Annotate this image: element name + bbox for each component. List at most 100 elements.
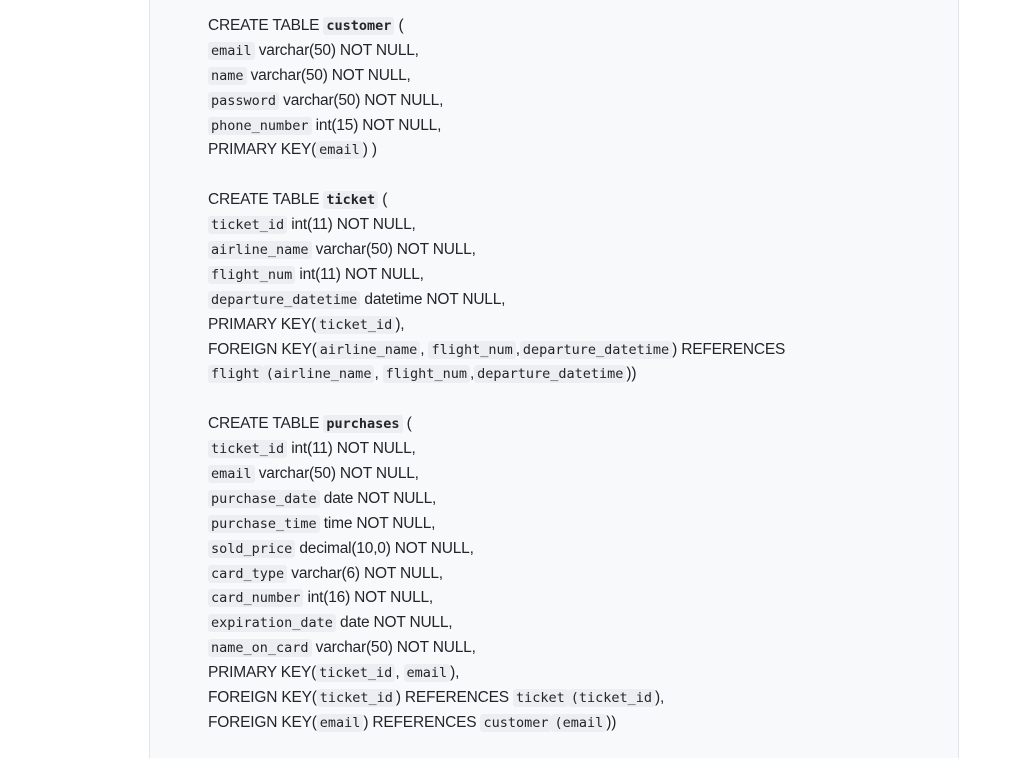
sql-line: expiration_date date NOT NULL, [208, 611, 785, 636]
inline-code: name [208, 66, 247, 85]
inline-code: ticket_id [208, 440, 288, 459]
sql-text: CREATE TABLE [208, 17, 324, 34]
sql-line: card_type varchar(6) NOT NULL, [208, 562, 785, 587]
inline-code: password [208, 91, 280, 110]
inline-code: departure_datetime [519, 340, 673, 359]
sql-text: int(11) NOT NULL, [287, 440, 416, 458]
inline-code: email [208, 465, 255, 484]
inline-code: airline_name [208, 241, 312, 260]
sql-text: ) REFERENCES [672, 340, 786, 358]
sql-line: CREATE TABLE ticket ( [208, 188, 785, 213]
inline-code: email [316, 713, 364, 732]
inline-code: departure_datetime [208, 290, 361, 309]
sql-text: ) REFERENCES [363, 713, 481, 731]
create-table-purchases: CREATE TABLE purchases (ticket_id int(11… [208, 412, 785, 736]
sql-text: time NOT NULL, [319, 514, 436, 532]
sql-text: datetime NOT NULL, [360, 290, 506, 308]
sql-line: sold_price decimal(10,0) NOT NULL, [208, 537, 785, 562]
sql-text: PRIMARY KEY( [208, 664, 317, 682]
sql-line: password varchar(50) NOT NULL, [208, 89, 785, 114]
sql-text: decimal(10,0) NOT NULL, [295, 539, 474, 557]
inline-code: ticket_id [208, 216, 288, 235]
inline-code: sold_price [208, 539, 296, 558]
inline-code: customer [480, 713, 552, 732]
sql-line: FOREIGN KEY(airline_name, flight_num, dep… [208, 338, 785, 363]
sql-text: ) ) [362, 141, 377, 159]
sql-text: ( [394, 17, 404, 34]
inline-code: email [403, 664, 451, 683]
sql-text: FOREIGN KEY( [208, 340, 317, 358]
sql-text: date NOT NULL, [335, 614, 453, 632]
inline-code: card_number [208, 589, 304, 608]
sql-line: PRIMARY KEY(ticket_id, email), [208, 661, 785, 686]
sql-schema-content: CREATE TABLE customer (email varchar(50)… [208, 14, 785, 736]
sql-text: varchar(50) NOT NULL, [279, 91, 444, 109]
inline-code: phone_number [208, 116, 312, 135]
sql-line: email varchar(50) NOT NULL, [208, 39, 785, 64]
sql-text: int(15) NOT NULL, [311, 116, 442, 134]
sql-text: int(16) NOT NULL, [303, 589, 434, 607]
sql-line: flight (airline_name, flight_num, departur… [208, 362, 785, 387]
inline-code: ticket [512, 689, 568, 708]
inline-code: flight [208, 365, 263, 384]
sql-line: airline_name varchar(50) NOT NULL, [208, 238, 785, 263]
sql-text: ), [395, 315, 405, 333]
inline-code: ticket_id [316, 664, 396, 683]
sql-line: PRIMARY KEY(email) ) [208, 138, 785, 163]
sql-text: PRIMARY KEY( [208, 141, 317, 159]
sql-text: ( [402, 415, 412, 433]
sql-line: ticket_id int(11) NOT NULL, [208, 213, 785, 238]
sql-text: FOREIGN KEY( [208, 713, 317, 731]
sql-line: departure_datetime datetime NOT NULL, [208, 288, 785, 313]
table-name-code: customer [323, 17, 395, 35]
table-name-code: ticket [323, 191, 379, 210]
inline-code: flight_num [428, 340, 516, 359]
sql-line: phone_number int(15) NOT NULL, [208, 114, 785, 139]
sql-text: PRIMARY KEY( [208, 315, 317, 333]
inline-code: departure_datetime [474, 365, 627, 384]
sql-line: FOREIGN KEY(ticket_id) REFERENCES ticket… [208, 686, 785, 711]
inline-code: flight_num [382, 365, 470, 384]
sql-line: FOREIGN KEY(email) REFERENCES customer (e… [208, 711, 785, 736]
sql-text: )) [606, 713, 617, 731]
sql-text: varchar(50) NOT NULL, [254, 41, 419, 59]
sql-line: ticket_id int(11) NOT NULL, [208, 437, 785, 462]
sql-text: int(11) NOT NULL, [295, 265, 424, 283]
inline-code: email [208, 41, 255, 60]
inline-code: expiration_date [208, 614, 336, 633]
sql-text: , [395, 664, 404, 682]
sql-text: CREATE TABLE [208, 415, 324, 433]
inline-code: airline_name [316, 340, 421, 359]
inline-code: ticket_id [316, 689, 396, 708]
sql-line: purchase_date date NOT NULL, [208, 487, 785, 512]
inline-code: (email [551, 713, 607, 732]
create-table-customer: CREATE TABLE customer (email varchar(50)… [208, 14, 785, 163]
sql-line: CREATE TABLE customer ( [208, 14, 785, 39]
create-table-ticket: CREATE TABLE ticket (ticket_id int(11) N… [208, 188, 785, 387]
sql-text: varchar(50) NOT NULL, [254, 465, 419, 483]
sql-text: date NOT NULL, [319, 489, 437, 507]
inline-code: (ticket_id [567, 689, 656, 708]
sql-text: ), [655, 689, 665, 707]
inline-code: flight_num [208, 265, 296, 284]
inline-code: purchase_time [208, 514, 320, 533]
sql-text: ( [378, 191, 388, 209]
inline-code: card_type [208, 564, 288, 583]
sql-text: varchar(50) NOT NULL, [311, 639, 476, 657]
sql-text: ) REFERENCES [395, 689, 513, 707]
sql-line: flight_num int(11) NOT NULL, [208, 263, 785, 288]
sql-line: card_number int(16) NOT NULL, [208, 586, 785, 611]
sql-line: CREATE TABLE purchases ( [208, 412, 785, 437]
sql-text: ), [450, 664, 460, 682]
sql-text: int(11) NOT NULL, [287, 216, 416, 234]
inline-code: purchase_date [208, 489, 320, 508]
sql-line: purchase_time time NOT NULL, [208, 512, 785, 537]
sql-text: varchar(50) NOT NULL, [311, 241, 476, 259]
sql-line: name_on_card varchar(50) NOT NULL, [208, 636, 785, 661]
sql-text: varchar(6) NOT NULL, [287, 564, 443, 582]
sql-text: )) [626, 365, 637, 383]
sql-text: CREATE TABLE [208, 191, 324, 209]
sql-line: name varchar(50) NOT NULL, [208, 64, 785, 89]
